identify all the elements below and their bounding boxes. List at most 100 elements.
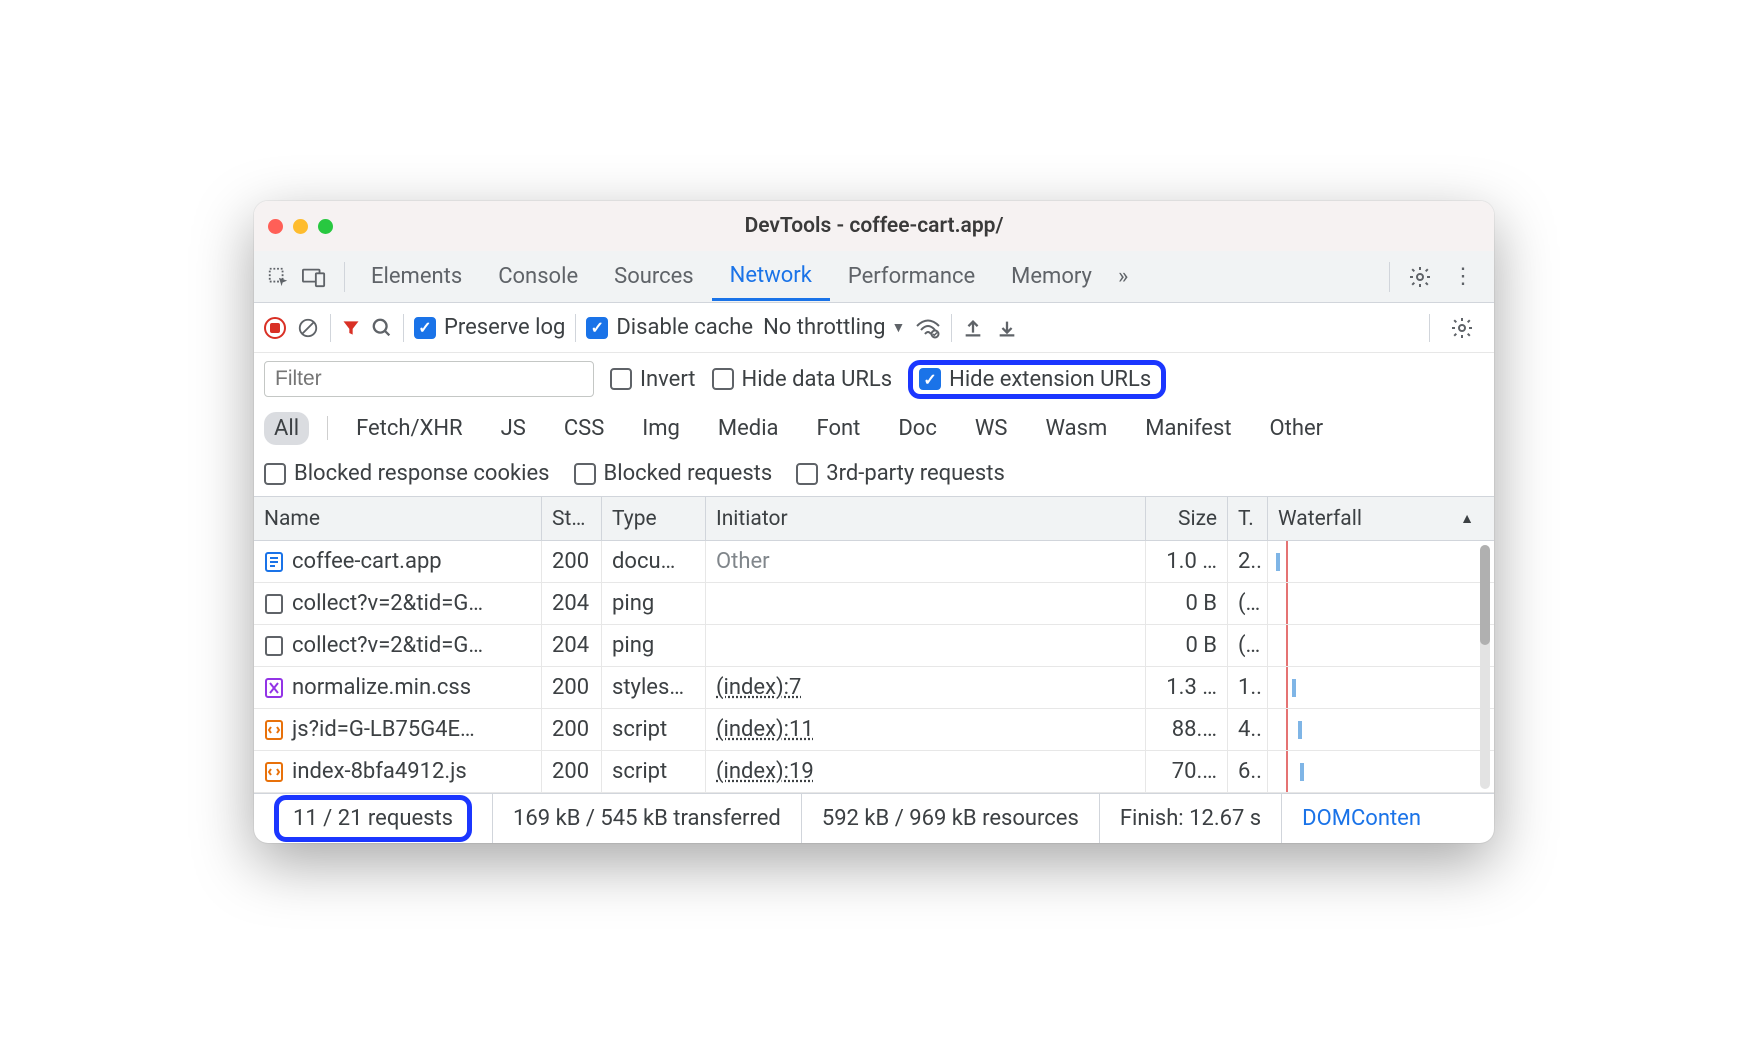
request-table-body: coffee-cart.app 200 docu… Other 1.0 … 2.… (254, 541, 1494, 793)
minimize-window-button[interactable] (293, 219, 308, 234)
throttling-label: No throttling (763, 315, 885, 340)
request-time: 1.. (1228, 667, 1268, 708)
close-window-button[interactable] (268, 219, 283, 234)
maximize-window-button[interactable] (318, 219, 333, 234)
hide-data-urls-checkbox[interactable]: Hide data URLs (712, 367, 893, 392)
upload-har-icon[interactable] (962, 317, 986, 339)
initiator-link[interactable]: (index):11 (716, 717, 814, 742)
third-party-checkbox[interactable]: 3rd-party requests (796, 461, 1005, 486)
request-size: 0 B (1146, 625, 1228, 666)
network-settings-gear-icon[interactable] (1440, 312, 1484, 344)
tab-performance[interactable]: Performance (830, 254, 993, 299)
clear-button[interactable] (296, 316, 320, 340)
table-row[interactable]: index-8bfa4912.js 200 script (index):19 … (254, 751, 1494, 793)
tab-sources[interactable]: Sources (596, 254, 712, 299)
status-bar: 11 / 21 requests 169 kB / 545 kB transfe… (254, 793, 1494, 843)
inspect-element-icon[interactable] (264, 263, 292, 291)
search-icon[interactable] (371, 317, 393, 339)
type-ws[interactable]: WS (965, 412, 1018, 445)
type-font[interactable]: Font (807, 412, 871, 445)
filter-row: Invert Hide data URLs ✓ Hide extension U… (254, 353, 1494, 405)
sort-ascending-icon: ▲ (1460, 510, 1474, 527)
request-type: script (602, 709, 706, 750)
col-waterfall[interactable]: Waterfall ▲ (1268, 497, 1494, 540)
type-fetch-xhr[interactable]: Fetch/XHR (346, 412, 473, 445)
type-js[interactable]: JS (491, 412, 536, 445)
blocked-requests-checkbox[interactable]: Blocked requests (574, 461, 773, 486)
tab-network[interactable]: Network (712, 253, 830, 301)
filter-toggle-icon[interactable] (341, 318, 361, 338)
blocked-cookies-checkbox[interactable]: Blocked response cookies (264, 461, 550, 486)
request-waterfall (1268, 583, 1494, 624)
request-status: 204 (542, 625, 602, 666)
type-all[interactable]: All (264, 412, 309, 445)
type-manifest[interactable]: Manifest (1135, 412, 1241, 445)
type-media[interactable]: Media (708, 412, 789, 445)
tabs-overflow-button[interactable]: » (1110, 254, 1136, 299)
waterfall-load-line-icon (1286, 625, 1288, 666)
request-initiator: (index):7 (706, 667, 1146, 708)
script-file-icon (264, 720, 284, 740)
type-img[interactable]: Img (632, 412, 690, 445)
resource-type-filter-row: All Fetch/XHR JS CSS Img Media Font Doc … (254, 405, 1494, 451)
tab-console[interactable]: Console (480, 254, 596, 299)
col-status[interactable]: St… (542, 497, 602, 540)
request-name: collect?v=2&tid=G… (292, 633, 483, 658)
request-initiator: (index):19 (706, 751, 1146, 792)
filter-input[interactable] (264, 361, 594, 397)
request-name: js?id=G-LB75G4E… (292, 717, 475, 742)
type-doc[interactable]: Doc (888, 412, 947, 445)
type-other[interactable]: Other (1260, 412, 1334, 445)
type-css[interactable]: CSS (554, 412, 614, 445)
network-conditions-icon[interactable] (915, 317, 941, 339)
col-time[interactable]: T. (1228, 497, 1268, 540)
device-toggle-icon[interactable] (300, 263, 328, 291)
table-row[interactable]: normalize.min.css 200 styles… (index):7 … (254, 667, 1494, 709)
request-time: (… (1228, 625, 1268, 666)
tab-elements[interactable]: Elements (353, 254, 480, 299)
invert-checkbox[interactable]: Invert (610, 367, 696, 392)
checkbox-unchecked-icon (264, 463, 286, 485)
checkbox-unchecked-icon (796, 463, 818, 485)
table-row[interactable]: collect?v=2&tid=G… 204 ping 0 B (… (254, 583, 1494, 625)
status-requests: 11 / 21 requests (254, 794, 493, 843)
disable-cache-checkbox[interactable]: ✓ Disable cache (586, 315, 753, 340)
table-row[interactable]: js?id=G-LB75G4E… 200 script (index):11 8… (254, 709, 1494, 751)
checkbox-checked-icon: ✓ (586, 317, 608, 339)
checkbox-unchecked-icon (712, 368, 734, 390)
request-name: coffee-cart.app (292, 549, 442, 574)
col-initiator[interactable]: Initiator (706, 497, 1146, 540)
col-name[interactable]: Name (254, 497, 542, 540)
initiator-link[interactable]: (index):7 (716, 675, 801, 700)
col-type[interactable]: Type (602, 497, 706, 540)
checkbox-unchecked-icon (574, 463, 596, 485)
tab-memory[interactable]: Memory (993, 254, 1110, 299)
throttling-select[interactable]: No throttling ▼ (763, 315, 905, 340)
more-menu-icon[interactable]: ⋮ (1442, 260, 1484, 293)
network-action-bar: ✓ Preserve log ✓ Disable cache No thrott… (254, 303, 1494, 353)
status-resources: 592 kB / 969 kB resources (802, 794, 1100, 843)
window-title: DevTools - coffee-cart.app/ (254, 214, 1494, 238)
request-type: docu… (602, 541, 706, 582)
initiator-link[interactable]: (index):19 (716, 759, 814, 784)
request-initiator (706, 583, 1146, 624)
settings-gear-icon[interactable] (1398, 261, 1442, 293)
type-wasm[interactable]: Wasm (1035, 412, 1117, 445)
download-har-icon[interactable] (996, 317, 1020, 339)
record-button[interactable] (264, 317, 286, 339)
doc-file-icon (264, 552, 284, 572)
preserve-log-checkbox[interactable]: ✓ Preserve log (414, 315, 565, 340)
extra-filter-row: Blocked response cookies Blocked request… (254, 451, 1494, 497)
table-row[interactable]: coffee-cart.app 200 docu… Other 1.0 … 2.… (254, 541, 1494, 583)
initiator-text: Other (716, 549, 770, 574)
table-row[interactable]: collect?v=2&tid=G… 204 ping 0 B (… (254, 625, 1494, 667)
request-status: 200 (542, 709, 602, 750)
titlebar: DevTools - coffee-cart.app/ (254, 201, 1494, 251)
devtools-window: DevTools - coffee-cart.app/ Elements Con… (254, 201, 1494, 843)
request-size: 0 B (1146, 583, 1228, 624)
chevron-down-icon: ▼ (891, 319, 905, 336)
highlight-hide-extension: ✓ Hide extension URLs (908, 360, 1166, 399)
hide-extension-urls-checkbox[interactable]: ✓ Hide extension URLs (919, 367, 1151, 392)
col-size[interactable]: Size (1146, 497, 1228, 540)
checkbox-unchecked-icon (610, 368, 632, 390)
